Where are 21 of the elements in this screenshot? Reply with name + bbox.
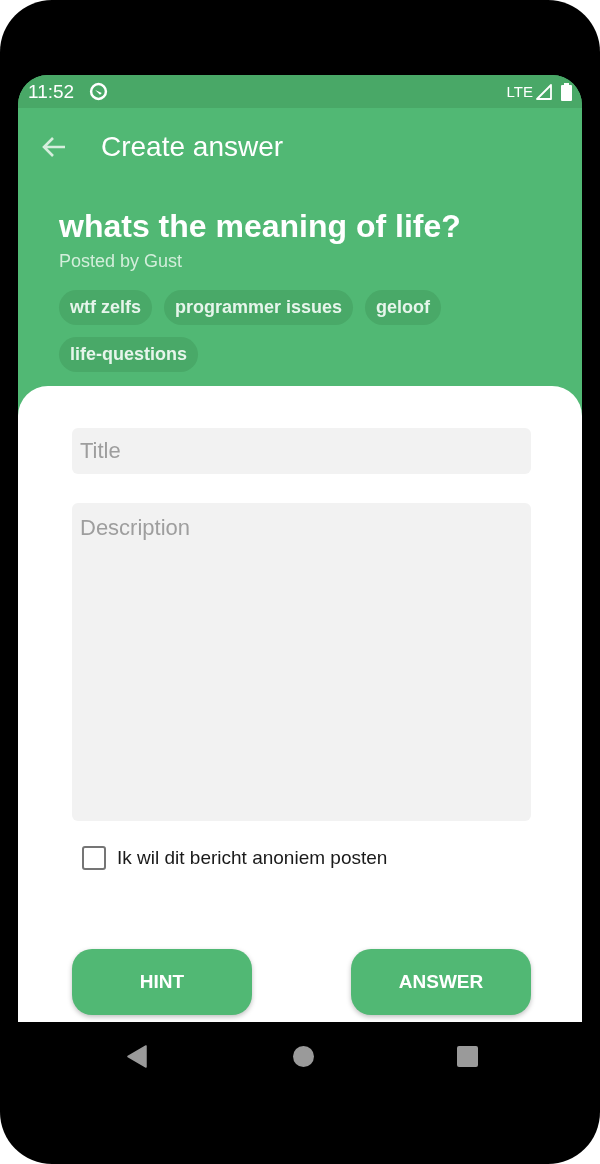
- author-line: Posted by Gust: [59, 250, 184, 272]
- status-time: 11:52: [28, 80, 75, 103]
- nav-recents-icon[interactable]: [457, 1045, 478, 1067]
- description-field[interactable]: Description: [72, 503, 531, 821]
- tag-chip: programmer issues: [164, 290, 354, 325]
- anonymous-checkbox[interactable]: [82, 846, 106, 870]
- signal-icon: [536, 83, 552, 100]
- answer-button[interactable]: ANSWER: [351, 949, 531, 1015]
- nav-back-icon[interactable]: [127, 1044, 147, 1068]
- question-title: whats the meaning of life?: [59, 207, 462, 245]
- battery-icon: [561, 82, 572, 101]
- title-field[interactable]: Title: [72, 428, 531, 474]
- tag-chip: wtf zelfs: [59, 290, 152, 325]
- checkbox-label: Ik wil dit bericht anoniem posten: [117, 847, 388, 869]
- screen-title: Create answer: [101, 131, 284, 163]
- tag-chip: geloof: [365, 290, 442, 325]
- network-type: LTE: [506, 83, 533, 100]
- hint-button[interactable]: HINT: [72, 949, 252, 1015]
- nav-home-icon[interactable]: [293, 1045, 314, 1067]
- tag-chip: life-questions: [59, 337, 198, 372]
- ring-status-icon: [89, 82, 109, 101]
